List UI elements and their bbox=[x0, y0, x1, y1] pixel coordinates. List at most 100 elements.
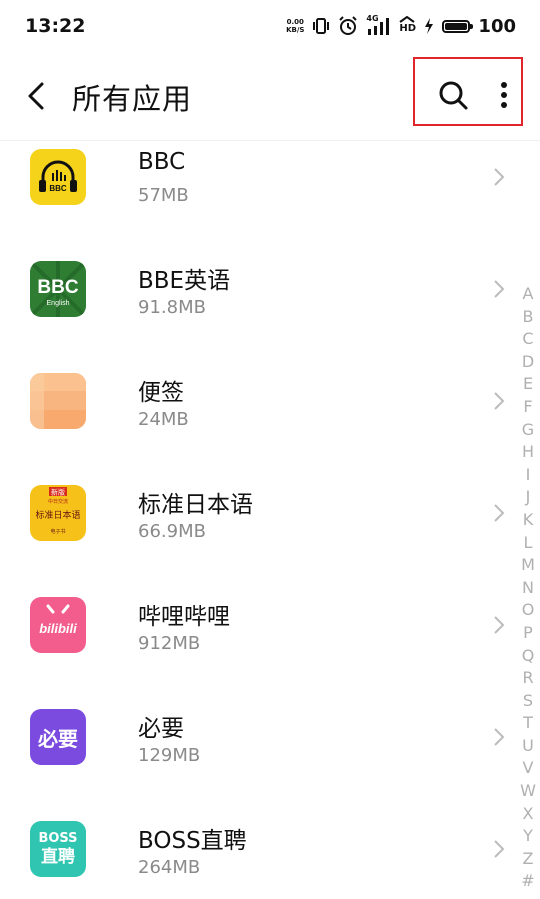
index-letter[interactable]: Q bbox=[522, 645, 535, 668]
app-size: 129MB bbox=[138, 745, 201, 766]
index-letter[interactable]: K bbox=[523, 509, 534, 532]
app-icon-art: BBC English bbox=[30, 261, 86, 317]
app-icon-label: bilibili bbox=[39, 621, 77, 636]
index-letter[interactable]: U bbox=[522, 735, 534, 758]
list-item[interactable]: BBC English BBE英语 91.8MB bbox=[0, 233, 540, 345]
app-size: 264MB bbox=[138, 857, 201, 878]
list-item[interactable]: BBC BBC 57MB bbox=[0, 141, 540, 233]
network-speed-unit: KB/S bbox=[286, 26, 305, 34]
hd-label: HD bbox=[399, 23, 417, 34]
app-icon-label: BBC bbox=[37, 277, 78, 298]
alarm-icon bbox=[339, 16, 358, 35]
chevron-right-icon bbox=[494, 504, 505, 522]
app-name: 便签 bbox=[138, 380, 184, 406]
app-name: BOSS直聘 bbox=[138, 828, 247, 854]
app-name: 标准日本语 bbox=[138, 492, 253, 518]
index-letter[interactable]: L bbox=[524, 532, 533, 555]
chevron-right-icon bbox=[494, 280, 505, 298]
chevron-right-icon bbox=[494, 168, 505, 186]
app-icon-sublabel: 直聘 bbox=[41, 847, 75, 867]
app-name: BBC bbox=[138, 149, 186, 175]
chevron-right-icon bbox=[494, 728, 505, 746]
app-icon-badge: 新版 bbox=[51, 488, 65, 497]
vibrate-icon bbox=[313, 18, 330, 34]
index-letter[interactable]: F bbox=[523, 396, 532, 419]
app-icon-bbc: BBC bbox=[30, 149, 86, 205]
index-letter[interactable]: E bbox=[523, 373, 533, 396]
app-icon-biyao: 必要 bbox=[30, 709, 86, 765]
app-name: BBE英语 bbox=[138, 268, 231, 294]
app-icon-japanese: 新版 中日交流 标准日本语 电子书 bbox=[30, 485, 86, 541]
app-icon-label: BBC bbox=[49, 184, 67, 193]
more-vertical-icon[interactable] bbox=[494, 78, 514, 112]
index-letter[interactable]: O bbox=[522, 599, 535, 622]
app-icon-label: 必要 bbox=[38, 726, 78, 751]
index-letter[interactable]: P bbox=[523, 622, 533, 645]
status-bar: 13:22 0.00 KB/S 4G HD 100 bbox=[0, 0, 540, 52]
index-letter[interactable]: # bbox=[521, 870, 534, 893]
index-letter[interactable]: V bbox=[523, 757, 534, 780]
list-item[interactable]: BOSS 直聘 BOSS直聘 264MB bbox=[0, 793, 540, 899]
app-list: BBC BBC 57MB BBC English BBE英语 91.8MB 便签… bbox=[0, 141, 540, 899]
notes-icon bbox=[30, 373, 86, 429]
signal-icon bbox=[368, 18, 390, 35]
headphones-icon: BBC bbox=[39, 160, 77, 193]
page-title: 所有应用 bbox=[72, 82, 193, 116]
index-letter[interactable]: N bbox=[522, 577, 534, 600]
chevron-right-icon bbox=[494, 392, 505, 410]
index-letter[interactable]: Z bbox=[523, 848, 534, 871]
battery-level: 100 bbox=[478, 15, 516, 37]
list-item[interactable]: bilibili 哔哩哔哩 912MB bbox=[0, 569, 540, 681]
chevron-right-icon bbox=[494, 616, 505, 634]
index-letter[interactable]: B bbox=[523, 306, 534, 329]
index-letter[interactable]: I bbox=[526, 464, 531, 487]
index-letter[interactable]: G bbox=[522, 419, 534, 442]
app-icon-bbe: BBC English bbox=[30, 261, 86, 317]
app-icon-bilibili: bilibili bbox=[30, 597, 86, 653]
index-letter[interactable]: J bbox=[526, 486, 531, 509]
app-icon-bottom: 电子书 bbox=[50, 528, 65, 535]
app-icon-boss: BOSS 直聘 bbox=[30, 821, 86, 877]
index-letter[interactable]: C bbox=[522, 328, 533, 351]
app-size: 66.9MB bbox=[138, 521, 206, 542]
app-icon-notes bbox=[30, 373, 86, 429]
index-letter[interactable]: S bbox=[523, 690, 533, 713]
app-icon-label: 标准日本语 bbox=[35, 509, 80, 521]
back-arrow-icon[interactable] bbox=[18, 78, 54, 114]
app-size: 912MB bbox=[138, 633, 201, 654]
app-size: 24MB bbox=[138, 409, 189, 430]
charging-icon bbox=[425, 18, 434, 34]
app-size: 91.8MB bbox=[138, 297, 206, 318]
battery-icon bbox=[442, 19, 474, 33]
app-icon-label: BOSS bbox=[38, 831, 78, 846]
network-speed-value: 0.00 bbox=[286, 18, 304, 26]
app-icon-art: 新版 中日交流 标准日本语 电子书 bbox=[35, 487, 81, 535]
search-icon[interactable] bbox=[436, 78, 470, 112]
index-letter[interactable]: D bbox=[522, 351, 534, 374]
app-bar: 所有应用 bbox=[0, 52, 540, 141]
list-item[interactable]: 必要 必要 129MB bbox=[0, 681, 540, 793]
index-letter[interactable]: W bbox=[520, 780, 536, 803]
app-icon-art: bilibili bbox=[39, 604, 77, 636]
list-item[interactable]: 便签 24MB bbox=[0, 345, 540, 457]
app-icon-sublabel: English bbox=[47, 300, 70, 307]
chevron-right-icon bbox=[494, 840, 505, 858]
hd-group: HD bbox=[398, 15, 417, 36]
index-letter[interactable]: T bbox=[523, 712, 533, 735]
signal-group: 4G bbox=[366, 14, 390, 36]
index-letter[interactable]: X bbox=[523, 803, 534, 826]
app-name: 哔哩哔哩 bbox=[138, 604, 230, 630]
index-letter[interactable]: R bbox=[522, 667, 533, 690]
network-speed: 0.00 KB/S bbox=[286, 18, 304, 34]
status-time: 13:22 bbox=[25, 15, 86, 37]
app-name: 必要 bbox=[138, 716, 184, 742]
alphabet-index[interactable]: A B C D E F G H I J K L M N O P Q R S T … bbox=[516, 283, 540, 893]
status-icons: 0.00 KB/S 4G HD 100 bbox=[286, 14, 516, 37]
index-letter[interactable]: M bbox=[521, 554, 535, 577]
list-item[interactable]: 新版 中日交流 标准日本语 电子书 标准日本语 66.9MB bbox=[0, 457, 540, 569]
app-size: 57MB bbox=[138, 185, 189, 206]
index-letter[interactable]: A bbox=[523, 283, 534, 306]
app-icon-top: 中日交流 bbox=[48, 498, 68, 505]
index-letter[interactable]: Y bbox=[523, 825, 533, 848]
index-letter[interactable]: H bbox=[522, 441, 534, 464]
